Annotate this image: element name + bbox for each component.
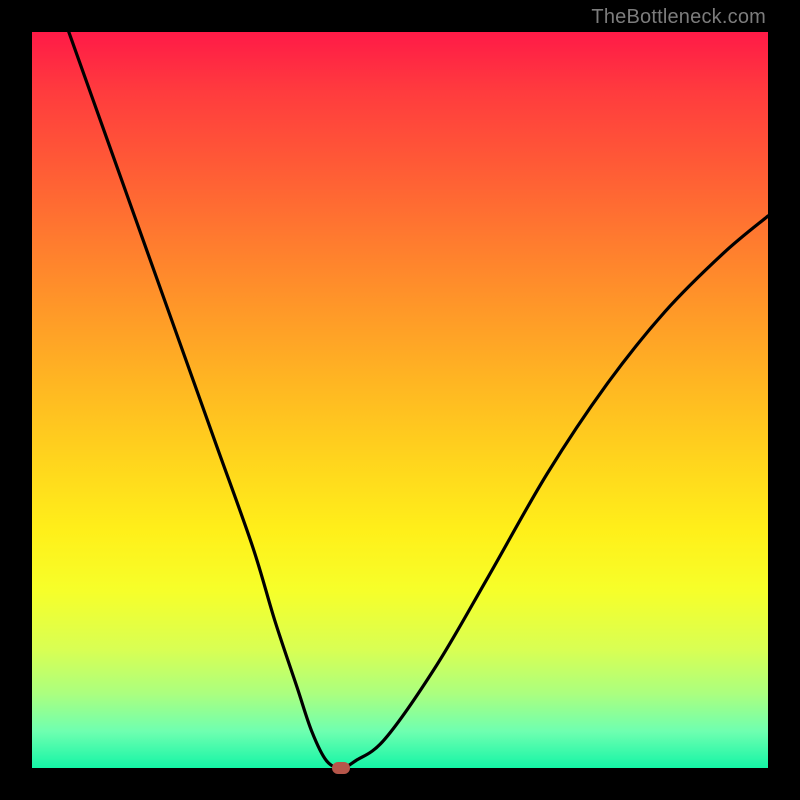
bottleneck-curve [32,32,768,768]
optimal-point-marker [332,762,350,774]
chart-frame: TheBottleneck.com [0,0,800,800]
plot-area [32,32,768,768]
watermark-text: TheBottleneck.com [591,6,766,29]
